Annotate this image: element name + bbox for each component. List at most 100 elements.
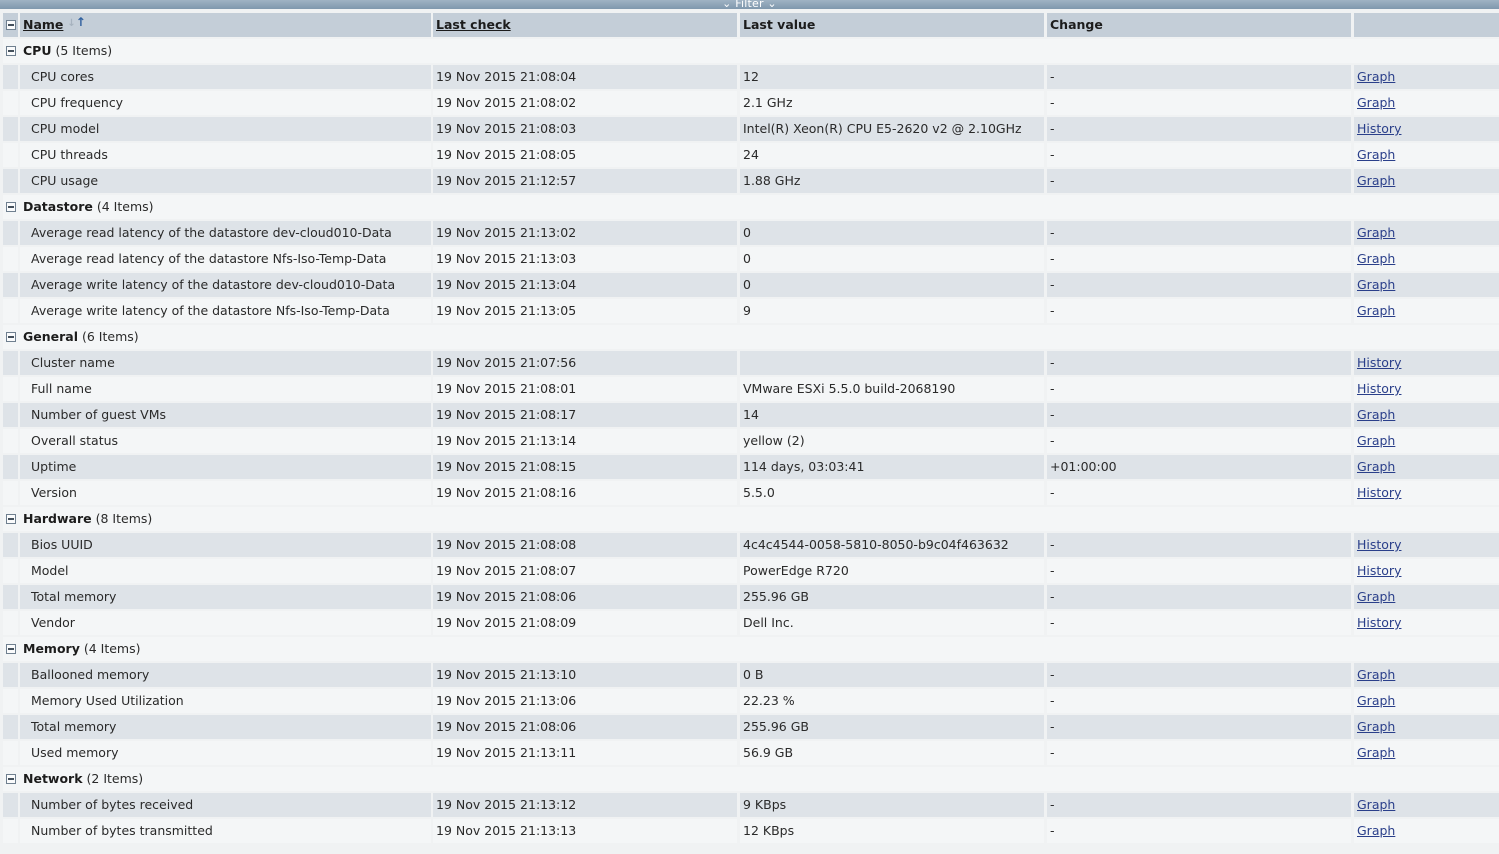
group-item-count: (2 Items) <box>86 771 144 786</box>
item-last-value: 0 B <box>740 663 1044 687</box>
item-action-link[interactable]: Graph <box>1357 407 1395 422</box>
sort-by-name-link[interactable]: Name <box>23 17 63 32</box>
group-row-datastore: Datastore (4 Items) <box>0 194 1499 220</box>
item-action-link[interactable]: Graph <box>1357 303 1395 318</box>
item-action-link[interactable]: Graph <box>1357 745 1395 760</box>
row-spacer <box>3 143 18 167</box>
item-name: Number of guest VMs <box>20 403 431 427</box>
row-spacer <box>3 533 18 557</box>
item-change: - <box>1047 299 1351 323</box>
table-row: Number of guest VMs 19 Nov 2015 21:08:17 1… <box>0 402 1499 428</box>
group-row-memory: Memory (4 Items) <box>0 636 1499 662</box>
filter-toggle-bar[interactable]: ⌄ Filter ⌄ <box>0 0 1499 9</box>
item-last-check: 19 Nov 2015 21:08:05 <box>433 143 737 167</box>
item-action-link[interactable]: History <box>1357 615 1401 630</box>
collapse-group-icon[interactable] <box>6 201 16 212</box>
item-action-cell: Graph <box>1354 65 1499 89</box>
item-name: Total memory <box>20 715 431 739</box>
collapse-all-toggle[interactable] <box>3 13 18 37</box>
collapse-all-icon[interactable] <box>6 19 16 30</box>
row-spacer <box>3 351 18 375</box>
item-action-cell: History <box>1354 559 1499 583</box>
row-spacer <box>3 585 18 609</box>
table-row: Model 19 Nov 2015 21:08:07 PowerEdge R720-… <box>0 558 1499 584</box>
group-item-count: (4 Items) <box>96 199 154 214</box>
item-last-check: 19 Nov 2015 21:08:06 <box>433 585 737 609</box>
item-action-link[interactable]: Graph <box>1357 277 1395 292</box>
collapse-group-icon[interactable] <box>6 643 16 654</box>
item-action-cell: Graph <box>1354 689 1499 713</box>
row-spacer <box>3 481 18 505</box>
collapse-group-icon[interactable] <box>6 331 16 342</box>
item-last-value: 56.9 GB <box>740 741 1044 765</box>
item-action-link[interactable]: Graph <box>1357 225 1395 240</box>
collapse-group-icon[interactable] <box>6 773 16 784</box>
item-name: Used memory <box>20 741 431 765</box>
row-spacer <box>3 169 18 193</box>
table-row: Total memory 19 Nov 2015 21:08:06 255.96 G… <box>0 584 1499 610</box>
item-name: Memory Used Utilization <box>20 689 431 713</box>
item-action-cell: Graph <box>1354 91 1499 115</box>
item-name: CPU model <box>20 117 431 141</box>
table-row: Used memory 19 Nov 2015 21:13:11 56.9 GB - G… <box>0 740 1499 766</box>
item-action-link[interactable]: History <box>1357 381 1401 396</box>
row-spacer <box>3 455 18 479</box>
row-spacer <box>3 741 18 765</box>
collapse-group-icon[interactable] <box>6 513 16 524</box>
table-row: CPU usage 19 Nov 2015 21:12:57 1.88 GHz - Gr… <box>0 168 1499 194</box>
filter-label[interactable]: ⌄ Filter ⌄ <box>722 0 777 9</box>
group-row-general: General (6 Items) <box>0 324 1499 350</box>
item-action-link[interactable]: Graph <box>1357 173 1395 188</box>
item-action-link[interactable]: Graph <box>1357 69 1395 84</box>
item-action-link[interactable]: Graph <box>1357 797 1395 812</box>
item-action-link[interactable]: Graph <box>1357 459 1395 474</box>
item-action-link[interactable]: Graph <box>1357 693 1395 708</box>
item-action-link[interactable]: History <box>1357 563 1401 578</box>
item-change: - <box>1047 585 1351 609</box>
item-action-link[interactable]: Graph <box>1357 823 1395 838</box>
item-last-value: VMware ESXi 5.5.0 build-2068190 <box>740 377 1044 401</box>
group-header: Datastore (4 Items) <box>3 195 1499 219</box>
item-last-value: 5.5.0 <box>740 481 1044 505</box>
item-action-link[interactable]: Graph <box>1357 147 1395 162</box>
item-action-link[interactable]: History <box>1357 355 1401 370</box>
row-spacer <box>3 429 18 453</box>
item-action-cell: Graph <box>1354 585 1499 609</box>
table-row: Average write latency of the datastore N… <box>0 298 1499 324</box>
column-header-last-check[interactable]: Last check <box>433 13 737 37</box>
item-last-check: 19 Nov 2015 21:08:08 <box>433 533 737 557</box>
group-header: Memory (4 Items) <box>3 637 1499 661</box>
item-change: - <box>1047 559 1351 583</box>
item-last-check: 19 Nov 2015 21:12:57 <box>433 169 737 193</box>
item-name: Average write latency of the datastore N… <box>20 299 431 323</box>
item-change: +01:00:00 <box>1047 455 1351 479</box>
item-action-cell: Graph <box>1354 715 1499 739</box>
item-action-link[interactable]: Graph <box>1357 95 1395 110</box>
collapse-group-icon[interactable] <box>6 45 16 56</box>
item-name: CPU frequency <box>20 91 431 115</box>
item-action-link[interactable]: History <box>1357 121 1401 136</box>
item-name: Bios UUID <box>20 533 431 557</box>
item-last-check: 19 Nov 2015 21:07:56 <box>433 351 737 375</box>
item-last-check: 19 Nov 2015 21:13:11 <box>433 741 737 765</box>
filter-label-text[interactable]: Filter <box>735 0 763 9</box>
item-action-link[interactable]: History <box>1357 537 1401 552</box>
sort-by-last-check-link[interactable]: Last check <box>436 17 511 32</box>
item-name: Total memory <box>20 585 431 609</box>
group-title: CPU (5 Items) <box>23 39 112 63</box>
item-last-check: 19 Nov 2015 21:08:07 <box>433 559 737 583</box>
item-last-value: yellow (2) <box>740 429 1044 453</box>
item-action-link[interactable]: Graph <box>1357 589 1395 604</box>
row-spacer <box>3 91 18 115</box>
column-header-change-label: Change <box>1050 17 1103 32</box>
item-last-check: 19 Nov 2015 21:13:14 <box>433 429 737 453</box>
item-action-link[interactable]: Graph <box>1357 667 1395 682</box>
item-last-check: 19 Nov 2015 21:08:03 <box>433 117 737 141</box>
table-row: CPU model 19 Nov 2015 21:08:03 Intel(R) Xe… <box>0 116 1499 142</box>
column-header-name[interactable]: Name ↓↑ <box>20 13 431 37</box>
row-spacer <box>3 117 18 141</box>
item-action-link[interactable]: History <box>1357 485 1401 500</box>
item-action-link[interactable]: Graph <box>1357 719 1395 734</box>
item-action-link[interactable]: Graph <box>1357 433 1395 448</box>
item-action-link[interactable]: Graph <box>1357 251 1395 266</box>
